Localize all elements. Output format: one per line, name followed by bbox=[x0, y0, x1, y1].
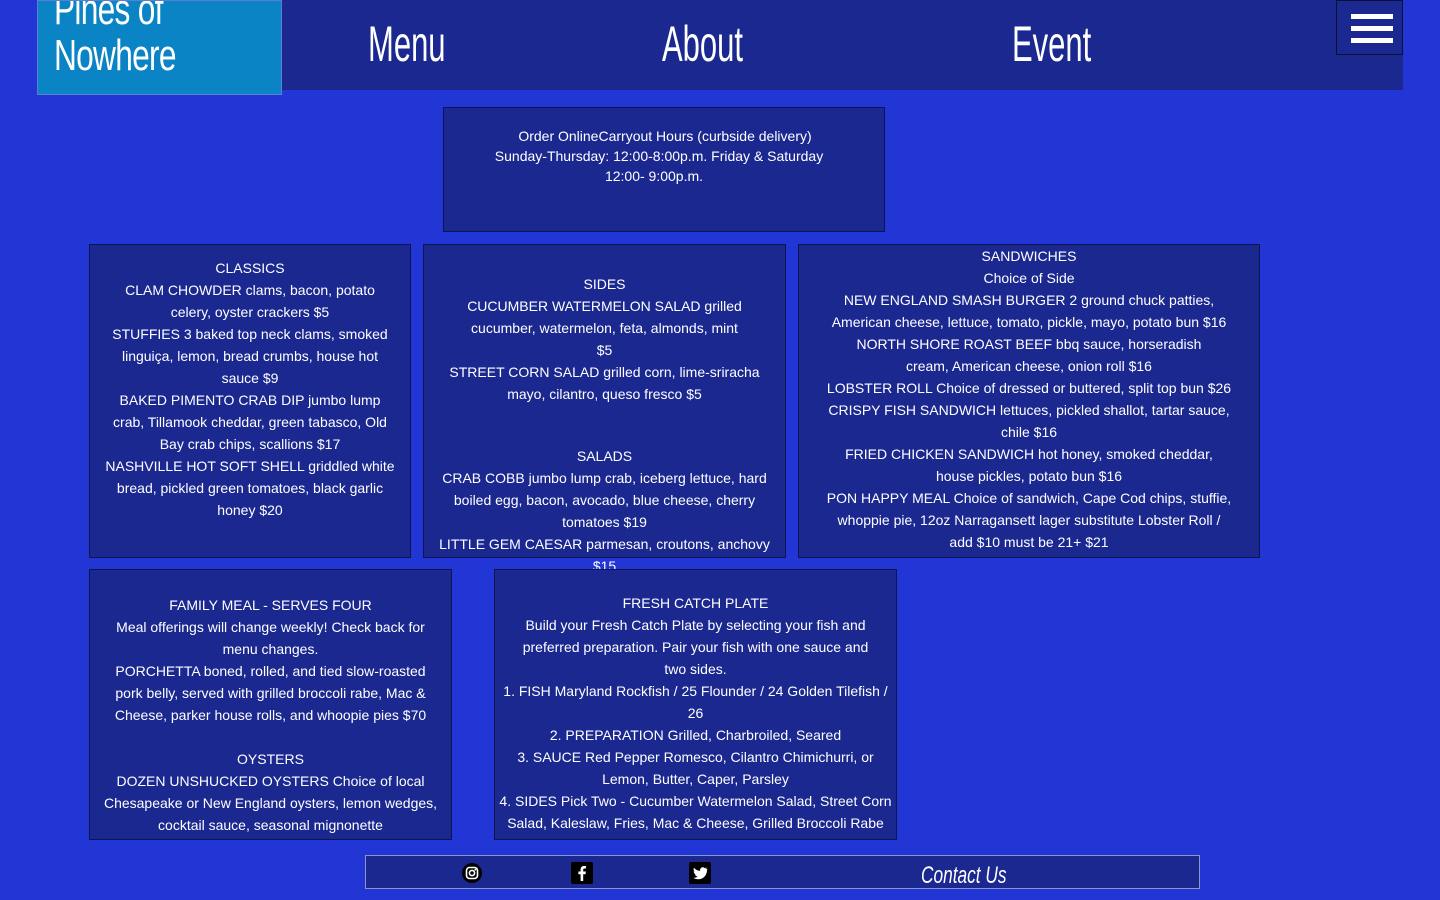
classics-title: CLASSICS bbox=[215, 260, 285, 276]
sandwiches-item: CRISPY FISH SANDWICH lettuces, pickled s… bbox=[828, 402, 1230, 440]
fresh-item: 3. SAUCE Red Pepper Romesco, Cilantro Ch… bbox=[517, 749, 874, 787]
sandwiches-item: FRIED CHICKEN SANDWICH hot honey, smoked… bbox=[845, 446, 1213, 484]
family-item: PORCHETTA boned, rolled, and tied slow-r… bbox=[114, 663, 427, 723]
oysters-item: DOZEN UNSHUCKED OYSTERS Choice of local … bbox=[103, 773, 438, 833]
sandwiches-item: NORTH SHORE ROAST BEEF bbq sauce, horser… bbox=[856, 336, 1202, 374]
oysters-title: OYSTERS bbox=[237, 751, 304, 767]
fresh-title: FRESH CATCH PLATE bbox=[622, 595, 769, 611]
salads-item: CRAB COBB jumbo lump crab, iceberg lettu… bbox=[442, 470, 767, 530]
sides-item: STREET CORN SALAD grilled corn, lime-sri… bbox=[449, 364, 760, 402]
instagram-icon[interactable] bbox=[461, 862, 483, 884]
sandwiches-panel: SANDWICHES Choice of Side NEW ENGLAND SM… bbox=[798, 244, 1260, 558]
site-logo[interactable]: Pines of Nowhere bbox=[37, 0, 282, 95]
fresh-item: 1. FISH Maryland Rockfish / 25 Flounder … bbox=[503, 683, 888, 721]
sandwiches-item: PON HAPPY MEAL Choice of sandwich, Cape … bbox=[826, 490, 1232, 550]
contact-us-link[interactable]: Contact Us bbox=[921, 862, 1006, 890]
family-title: FAMILY MEAL - SERVES FOUR bbox=[169, 597, 372, 613]
footer-bar: Contact Us bbox=[365, 855, 1200, 889]
hours-line-2: Sunday-Thursday: 12:00-8:00p.m. Friday &… bbox=[494, 148, 824, 164]
fresh-item: Build your Fresh Catch Plate by selectin… bbox=[522, 617, 869, 677]
family-item: Meal offerings will change weekly! Check… bbox=[116, 619, 425, 657]
sandwiches-title: SANDWICHES bbox=[981, 248, 1077, 264]
classics-item: BAKED PIMENTO CRAB DIP jumbo lump crab, … bbox=[113, 392, 387, 452]
sides-item: $5 bbox=[596, 342, 613, 358]
hours-line-1: Order OnlineCarryout Hours (curbside del… bbox=[518, 128, 812, 144]
sandwiches-subtitle: Choice of Side bbox=[983, 270, 1075, 286]
classics-item: NASHVILLE HOT SOFT SHELL griddled white … bbox=[105, 458, 395, 518]
salads-title: SALADS bbox=[576, 448, 633, 464]
sandwiches-item: NEW ENGLAND SMASH BURGER 2 ground chuck … bbox=[831, 292, 1227, 330]
nav-menu-link[interactable]: Menu bbox=[368, 16, 446, 72]
facebook-icon[interactable] bbox=[571, 862, 593, 884]
twitter-icon[interactable] bbox=[689, 862, 711, 884]
fresh-item: 2. PREPARATION Grilled, Charbroiled, Sea… bbox=[549, 727, 842, 743]
family-meal-panel: FAMILY MEAL - SERVES FOUR Meal offerings… bbox=[89, 569, 452, 840]
logo-text: Pines of Nowhere bbox=[54, 0, 176, 80]
classics-item: STUFFIES 3 baked top neck clams, smoked … bbox=[112, 326, 388, 386]
sides-panel: SIDES CUCUMBER WATERMELON SALAD grilled … bbox=[423, 244, 786, 574]
nav-about-link[interactable]: About bbox=[662, 16, 743, 72]
classics-item: CLAM CHOWDER clams, bacon, potato celery… bbox=[125, 282, 375, 320]
page: Pines of Nowhere Menu About Event Order … bbox=[0, 0, 1440, 900]
sides-item: CUCUMBER WATERMELON SALAD grilled cucumb… bbox=[467, 298, 742, 336]
sides-title: SIDES bbox=[583, 276, 626, 292]
classics-panel: CLASSICS CLAM CHOWDER clams, bacon, pota… bbox=[89, 244, 411, 558]
fresh-catch-panel: FRESH CATCH PLATE Build your Fresh Catch… bbox=[494, 569, 897, 840]
hours-panel: Order OnlineCarryout Hours (curbside del… bbox=[443, 107, 885, 232]
sandwiches-item: LOBSTER ROLL Choice of dressed or butter… bbox=[826, 380, 1232, 396]
hamburger-menu-button[interactable] bbox=[1336, 0, 1403, 55]
hours-line-3: 12:00- 9:00p.m. bbox=[604, 168, 704, 184]
logo-line1: Pines of bbox=[54, 0, 163, 34]
fresh-item: 4. SIDES Pick Two - Cucumber Watermelon … bbox=[499, 793, 892, 831]
logo-line2: Nowhere bbox=[54, 31, 176, 80]
nav-event-link[interactable]: Event bbox=[1012, 16, 1091, 72]
